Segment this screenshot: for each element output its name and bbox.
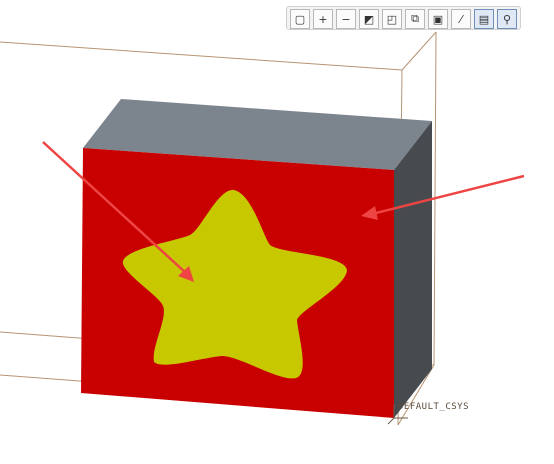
- zoom-out-button[interactable]: −: [336, 9, 356, 29]
- datum-display-icon: ⁄: [460, 12, 462, 26]
- display-style-button[interactable]: ◰: [382, 9, 402, 29]
- model-canvas[interactable]: [0, 0, 554, 464]
- datum-display-button[interactable]: ⁄: [451, 9, 471, 29]
- zoom-in-button[interactable]: +: [313, 9, 333, 29]
- spin-center-icon: ⚲: [502, 12, 512, 26]
- saved-orientation-icon: ⧉: [411, 12, 419, 25]
- repaint-icon: ◩: [363, 12, 375, 26]
- csys-label: DEFAULT_CSYS: [398, 402, 470, 412]
- view-manager-button[interactable]: ▣: [428, 9, 448, 29]
- spin-center-button[interactable]: ⚲: [497, 9, 517, 29]
- graphics-window[interactable]: ▢ + − ◩ ◰ ⧉ ▣ ⁄ ▤ ⚲ DEFAULT_CSYS: [0, 0, 554, 464]
- block-side-face: [394, 121, 432, 418]
- zoom-out-icon: −: [341, 12, 351, 26]
- zoom-in-icon: +: [318, 12, 328, 26]
- view-manager-icon: ▣: [432, 12, 444, 26]
- view-toolbar: ▢ + − ◩ ◰ ⧉ ▣ ⁄ ▤ ⚲: [286, 6, 521, 30]
- saved-orientation-button[interactable]: ⧉: [405, 9, 425, 29]
- zoom-fit-button[interactable]: ▢: [290, 9, 310, 29]
- display-style-icon: ◰: [386, 12, 398, 26]
- repaint-button[interactable]: ◩: [359, 9, 379, 29]
- zoom-fit-icon: ▢: [294, 12, 306, 26]
- annotation-display-button[interactable]: ▤: [474, 9, 494, 29]
- annotation-display-icon: ▤: [478, 12, 490, 26]
